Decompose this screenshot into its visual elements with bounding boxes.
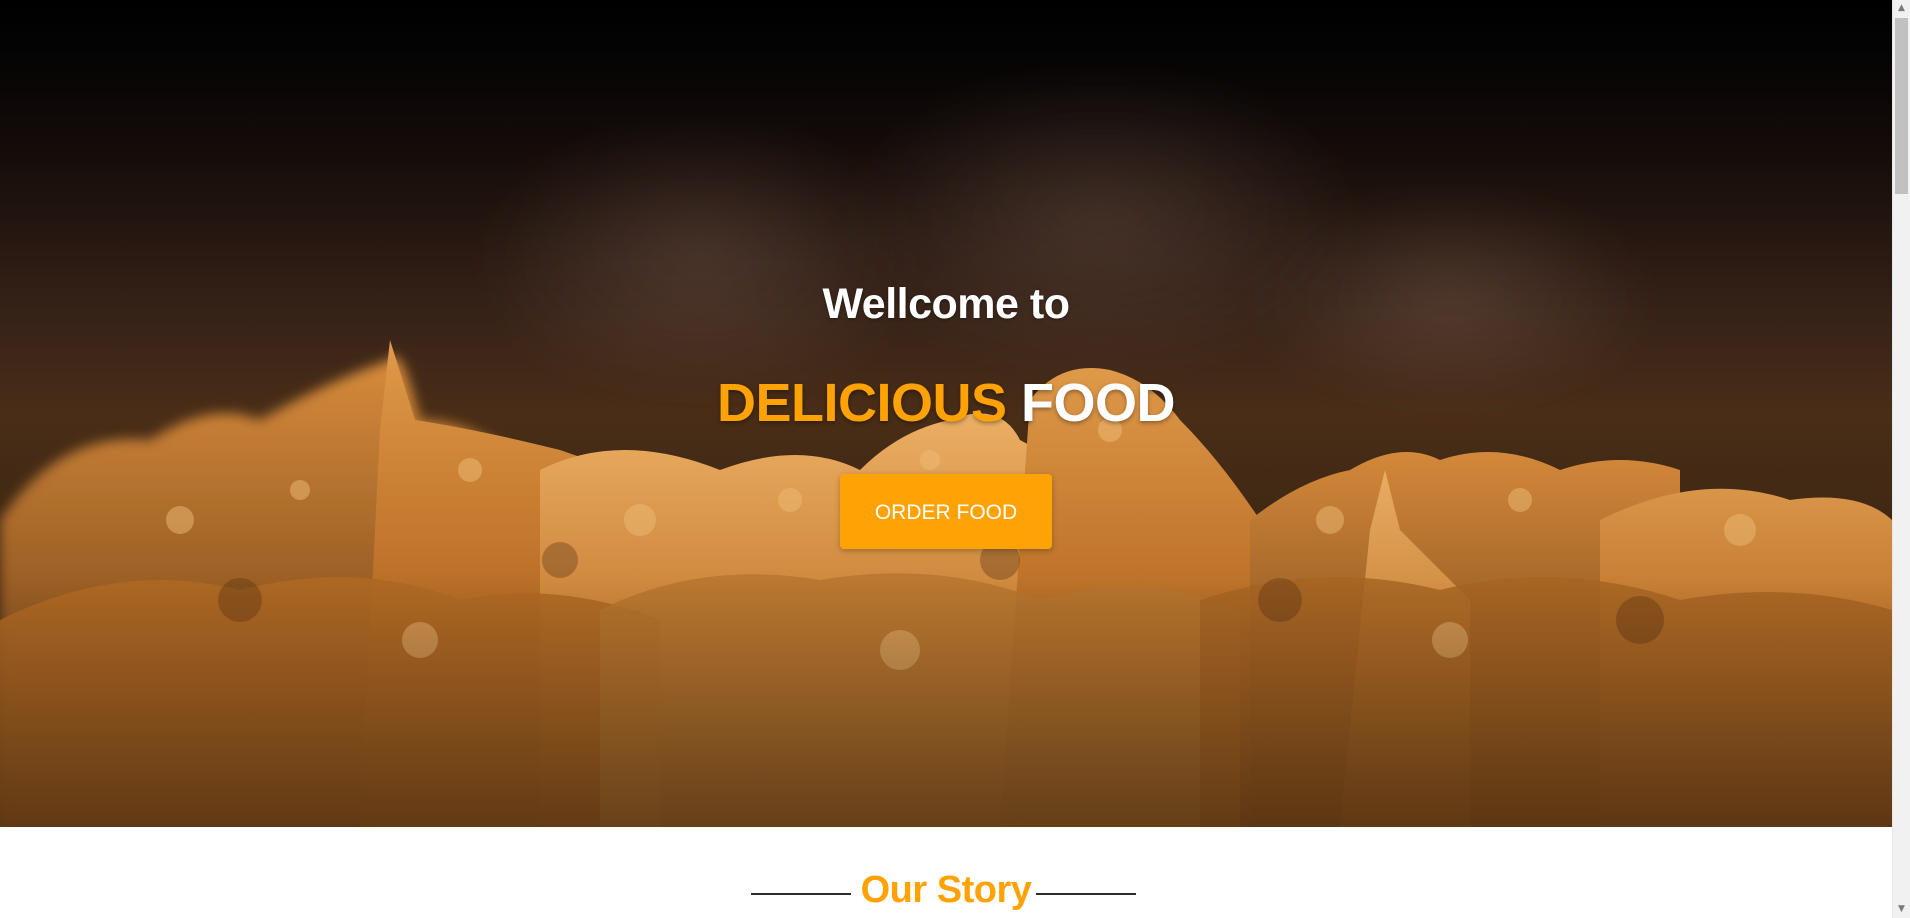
page: Wellcome to DELICIOUS FOOD ORDER FOOD Ou… [0,0,1910,918]
hero-headline: DELICIOUS FOOD [0,372,1892,434]
scrollbar-thumb[interactable] [1895,18,1908,194]
chevron-down-icon[interactable]: ▼ [1893,901,1910,918]
order-food-button[interactable]: ORDER FOOD [840,474,1052,549]
hero-content: Wellcome to DELICIOUS FOOD ORDER FOOD [0,0,1892,827]
hero-headline-plain: FOOD [1021,373,1176,433]
chevron-up-icon[interactable]: ▲ [1893,0,1910,17]
our-story-section: Our Story [0,827,1892,918]
page-content: Wellcome to DELICIOUS FOOD ORDER FOOD Ou… [0,0,1892,918]
hero-section: Wellcome to DELICIOUS FOOD ORDER FOOD [0,0,1892,827]
story-divider-right [1036,893,1136,895]
vertical-scrollbar[interactable]: ▲ ▼ [1892,0,1910,918]
hero-welcome-text: Wellcome to [822,280,1070,328]
hero-headline-accent: DELICIOUS [716,373,1007,433]
story-title: Our Story [860,869,1032,911]
